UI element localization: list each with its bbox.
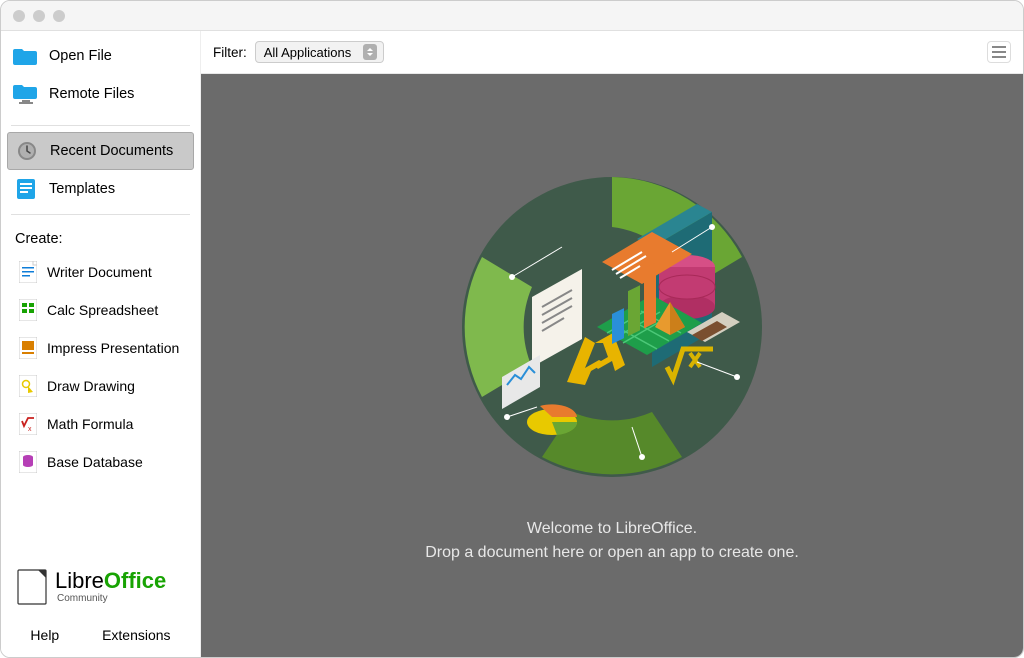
hamburger-icon — [992, 46, 1006, 58]
bottom-links: Help Extensions — [1, 617, 200, 657]
template-icon — [13, 178, 39, 200]
window-minimize-button[interactable] — [33, 10, 45, 22]
draw-icon — [19, 375, 37, 397]
database-icon — [19, 451, 37, 473]
clock-icon — [14, 140, 40, 162]
filter-selected-value: All Applications — [264, 45, 351, 60]
impress-presentation-button[interactable]: Impress Presentation — [1, 329, 200, 367]
templates-label: Templates — [49, 181, 115, 197]
welcome-line2: Drop a document here or open an app to c… — [425, 541, 799, 565]
divider — [11, 125, 190, 126]
libreoffice-logo: LibreOffice Community — [1, 557, 200, 617]
remote-files-button[interactable]: Remote Files — [1, 75, 200, 113]
window-titlebar — [1, 1, 1023, 31]
calc-icon — [19, 299, 37, 321]
base-label: Base Database — [47, 454, 143, 470]
writer-document-button[interactable]: Writer Document — [1, 253, 200, 291]
impress-label: Impress Presentation — [47, 340, 179, 356]
divider — [11, 214, 190, 215]
create-label: Create: — [1, 221, 200, 253]
content-area: Filter: All Applications — [201, 31, 1023, 657]
updown-icon — [363, 44, 377, 60]
help-link[interactable]: Help — [30, 627, 59, 643]
remote-folder-icon — [13, 83, 39, 105]
logo-office-text: Office — [104, 568, 166, 593]
draw-drawing-button[interactable]: Draw Drawing — [1, 367, 200, 405]
logo-icon — [17, 569, 47, 605]
impress-icon — [19, 337, 37, 359]
remote-files-label: Remote Files — [49, 86, 134, 102]
math-formula-button[interactable]: x Math Formula — [1, 405, 200, 443]
base-database-button[interactable]: Base Database — [1, 443, 200, 481]
welcome-line1: Welcome to LibreOffice. — [425, 517, 799, 541]
sidebar: Open File Remote Files Recent Documents — [1, 31, 201, 657]
filter-dropdown[interactable]: All Applications — [255, 41, 384, 63]
window-close-button[interactable] — [13, 10, 25, 22]
logo-community-text: Community — [57, 594, 166, 604]
templates-button[interactable]: Templates — [1, 170, 200, 208]
app-window: Open File Remote Files Recent Documents — [0, 0, 1024, 658]
window-maximize-button[interactable] — [53, 10, 65, 22]
main-split: Open File Remote Files Recent Documents — [1, 31, 1023, 657]
open-file-button[interactable]: Open File — [1, 37, 200, 75]
welcome-graphic — [452, 167, 772, 487]
folder-icon — [13, 45, 39, 67]
writer-label: Writer Document — [47, 264, 152, 280]
recent-documents-button[interactable]: Recent Documents — [7, 132, 194, 170]
calc-label: Calc Spreadsheet — [47, 302, 158, 318]
topbar: Filter: All Applications — [201, 31, 1023, 74]
welcome-text: Welcome to LibreOffice. Drop a document … — [425, 517, 799, 565]
draw-label: Draw Drawing — [47, 378, 135, 394]
document-drop-area[interactable]: Welcome to LibreOffice. Drop a document … — [201, 74, 1023, 657]
filter-label: Filter: — [213, 45, 247, 60]
extensions-link[interactable]: Extensions — [102, 627, 170, 643]
writer-doc-icon — [19, 261, 37, 283]
math-label: Math Formula — [47, 416, 133, 432]
menu-button[interactable] — [987, 41, 1011, 63]
logo-libre-text: Libre — [55, 568, 104, 593]
math-icon: x — [19, 413, 37, 435]
svg-text:x: x — [28, 426, 32, 433]
open-file-label: Open File — [49, 48, 112, 64]
calc-spreadsheet-button[interactable]: Calc Spreadsheet — [1, 291, 200, 329]
recent-documents-label: Recent Documents — [50, 143, 173, 159]
